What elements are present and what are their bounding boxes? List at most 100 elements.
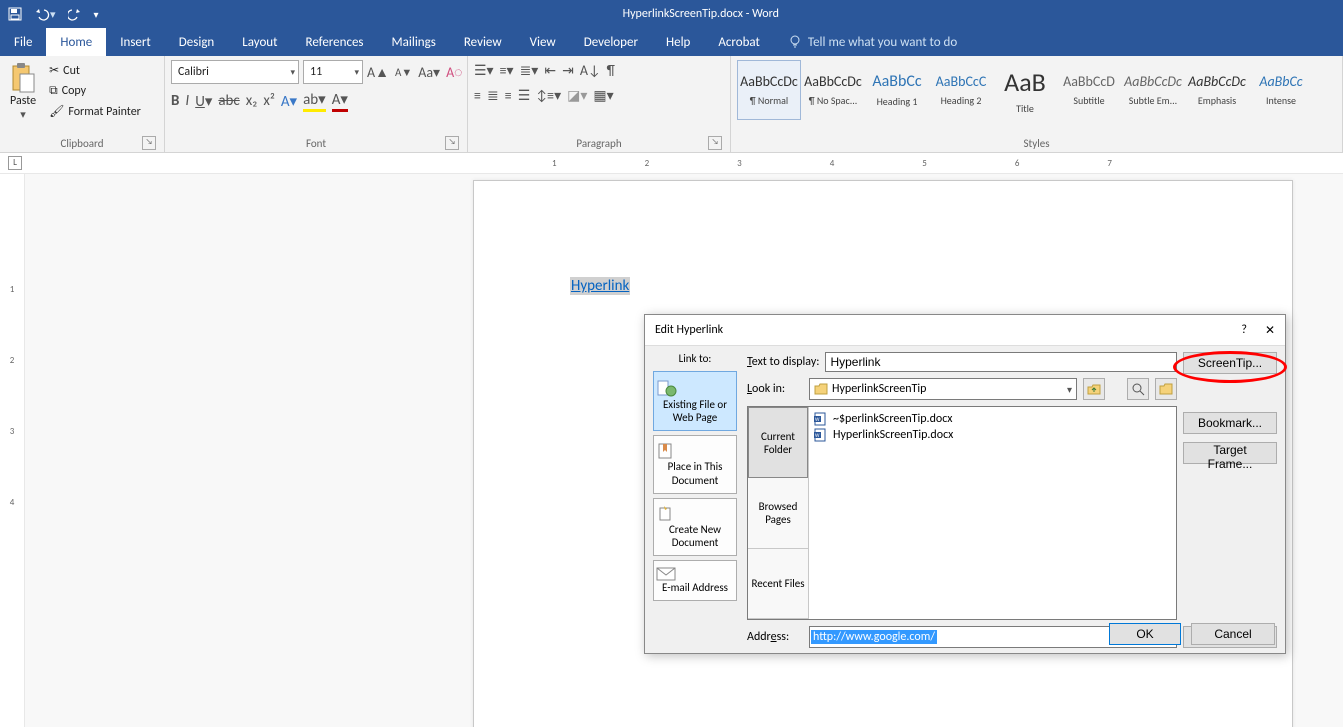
tab-insert[interactable]: Insert: [106, 28, 165, 56]
show-hide-button[interactable]: ¶: [607, 62, 615, 79]
style-item[interactable]: AaBbCcIntense: [1249, 60, 1313, 120]
bookmark-button[interactable]: Bookmark...: [1183, 412, 1277, 434]
align-right-button[interactable]: ≡: [505, 87, 512, 104]
cut-button[interactable]: ✂ Cut: [46, 62, 144, 79]
browse-file-button[interactable]: [1155, 378, 1177, 400]
ok-button[interactable]: OK: [1109, 623, 1181, 645]
up-one-level-button[interactable]: [1083, 378, 1105, 400]
dialog-title: Edit Hyperlink: [655, 323, 723, 337]
link-to-email-address[interactable]: E-mail Address: [653, 560, 737, 601]
styles-gallery[interactable]: AaBbCcDc¶ NormalAaBbCcDc¶ No Spac...AaBb…: [737, 60, 1313, 120]
numbering-button[interactable]: ≡▾: [500, 62, 514, 79]
style-item[interactable]: AaBbCcDc¶ No Spac...: [801, 60, 865, 120]
address-label: Address:: [747, 630, 803, 644]
folder-icon: [814, 383, 828, 395]
screentip-button[interactable]: ScreenTip...: [1183, 352, 1277, 374]
tab-developer[interactable]: Developer: [570, 28, 652, 56]
style-item[interactable]: AaBbCc Heading 1: [865, 60, 929, 120]
line-spacing-button[interactable]: ↕≡▾: [536, 87, 561, 104]
link-to-create-new-document[interactable]: Create New Document: [653, 498, 737, 556]
bookmark-icon: [656, 442, 734, 460]
cancel-button[interactable]: Cancel: [1191, 623, 1275, 645]
copy-button[interactable]: ⧉ Copy: [46, 83, 144, 99]
look-in-combo[interactable]: HyperlinkScreenTip ▾: [809, 378, 1077, 400]
font-dialog-launcher[interactable]: ↘: [445, 136, 459, 150]
style-item[interactable]: AaBbCcDcEmphasis: [1185, 60, 1249, 120]
style-preview: AaBbCc: [872, 72, 921, 91]
clear-formatting-button[interactable]: A◌: [446, 64, 462, 81]
format-painter-button[interactable]: 🖌 Format Painter: [46, 103, 144, 120]
current-folder-tab[interactable]: Current Folder: [748, 407, 808, 478]
shrink-font-button[interactable]: A▼: [395, 66, 412, 79]
align-left-button[interactable]: ≡: [474, 87, 481, 104]
style-preview: AaBbCcDc: [1188, 73, 1246, 90]
clipboard-dialog-launcher[interactable]: ↘: [142, 136, 156, 150]
dialog-close-button[interactable]: ✕: [1265, 323, 1275, 338]
browsed-pages-tab[interactable]: Browsed Pages: [748, 478, 808, 548]
link-to-existing-file[interactable]: Existing File or Web Page: [653, 371, 737, 431]
document-title: HyperlinkScreenTip.docx - Word: [99, 7, 1303, 21]
justify-button[interactable]: ☰: [518, 87, 531, 104]
dialog-help-button[interactable]: ?: [1241, 323, 1247, 338]
paste-button[interactable]: Paste ▾: [6, 60, 40, 123]
horizontal-ruler[interactable]: L 1 2 3 4 5 6 7: [0, 153, 1343, 174]
bold-button[interactable]: B: [171, 92, 179, 110]
file-list[interactable]: W~$perlinkScreenTip.docxWHyperlinkScreen…: [809, 407, 1176, 619]
tab-help[interactable]: Help: [652, 28, 704, 56]
style-item[interactable]: AaBbCcDSubtitle: [1057, 60, 1121, 120]
font-name-combo[interactable]: Calibri: [171, 60, 299, 84]
borders-button[interactable]: ▦▾: [593, 87, 613, 104]
style-item[interactable]: AaBbCcDc¶ Normal: [737, 60, 801, 120]
file-list-item[interactable]: WHyperlinkScreenTip.docx: [813, 427, 1172, 443]
sort-button[interactable]: A↓: [580, 62, 601, 79]
text-to-display-input[interactable]: [825, 352, 1177, 372]
font-size-combo[interactable]: 11: [303, 60, 363, 84]
tab-design[interactable]: Design: [165, 28, 228, 56]
browse-web-button[interactable]: [1127, 378, 1149, 400]
tab-mailings[interactable]: Mailings: [378, 28, 450, 56]
vertical-ruler[interactable]: 1 2 3 4: [0, 174, 25, 727]
highlight-button[interactable]: ab▾: [303, 90, 326, 112]
multilevel-list-button[interactable]: ≣▾: [520, 62, 539, 79]
font-color-button[interactable]: A▾: [332, 90, 348, 112]
look-in-label: Look in:: [747, 382, 803, 396]
tab-view[interactable]: View: [516, 28, 570, 56]
style-name: Heading 1: [877, 95, 918, 108]
style-item[interactable]: AaBbCcDcSubtle Em...: [1121, 60, 1185, 120]
title-bar: ▾ ▾ HyperlinkScreenTip.docx - Word: [0, 0, 1343, 28]
style-name: Intense: [1266, 94, 1296, 107]
undo-icon[interactable]: ▾: [34, 7, 56, 21]
superscript-button[interactable]: x²: [263, 92, 275, 110]
hyperlink-in-document[interactable]: Hyperlink: [570, 277, 630, 295]
align-center-button[interactable]: ≣: [487, 87, 499, 104]
paragraph-dialog-launcher[interactable]: ↘: [708, 136, 722, 150]
tab-references[interactable]: References: [292, 28, 378, 56]
text-effects-button[interactable]: A▾: [281, 92, 297, 111]
style-item[interactable]: AaBTitle: [993, 60, 1057, 120]
decrease-indent-button[interactable]: ⇤: [544, 62, 556, 79]
italic-button[interactable]: I: [185, 92, 189, 110]
grow-font-button[interactable]: A▲: [367, 64, 389, 81]
tab-acrobat[interactable]: Acrobat: [704, 28, 774, 56]
tab-layout[interactable]: Layout: [228, 28, 291, 56]
tab-selector[interactable]: L: [8, 156, 22, 170]
style-item[interactable]: AaBbCcCHeading 2: [929, 60, 993, 120]
shading-button[interactable]: ◪▾: [567, 87, 587, 104]
file-list-item[interactable]: W~$perlinkScreenTip.docx: [813, 411, 1172, 427]
subscript-button[interactable]: x₂: [246, 92, 258, 110]
bullets-button[interactable]: ☰▾: [474, 62, 494, 79]
strikethrough-button[interactable]: abc: [218, 92, 239, 110]
increase-indent-button[interactable]: ⇥: [562, 62, 574, 79]
link-to-place-in-document[interactable]: Place in This Document: [653, 435, 737, 493]
tell-me-search[interactable]: Tell me what you want to do: [774, 28, 971, 56]
tab-review[interactable]: Review: [450, 28, 516, 56]
underline-button[interactable]: U▾: [195, 92, 212, 111]
tab-file[interactable]: File: [0, 28, 46, 56]
tab-home[interactable]: Home: [46, 28, 106, 56]
save-icon[interactable]: [8, 7, 22, 21]
recent-files-tab[interactable]: Recent Files: [748, 549, 808, 619]
redo-icon[interactable]: [68, 7, 82, 21]
target-frame-button[interactable]: Target Frame...: [1183, 442, 1277, 464]
change-case-button[interactable]: Aa▾: [418, 64, 440, 81]
style-name: ¶ No Spac...: [809, 94, 858, 107]
